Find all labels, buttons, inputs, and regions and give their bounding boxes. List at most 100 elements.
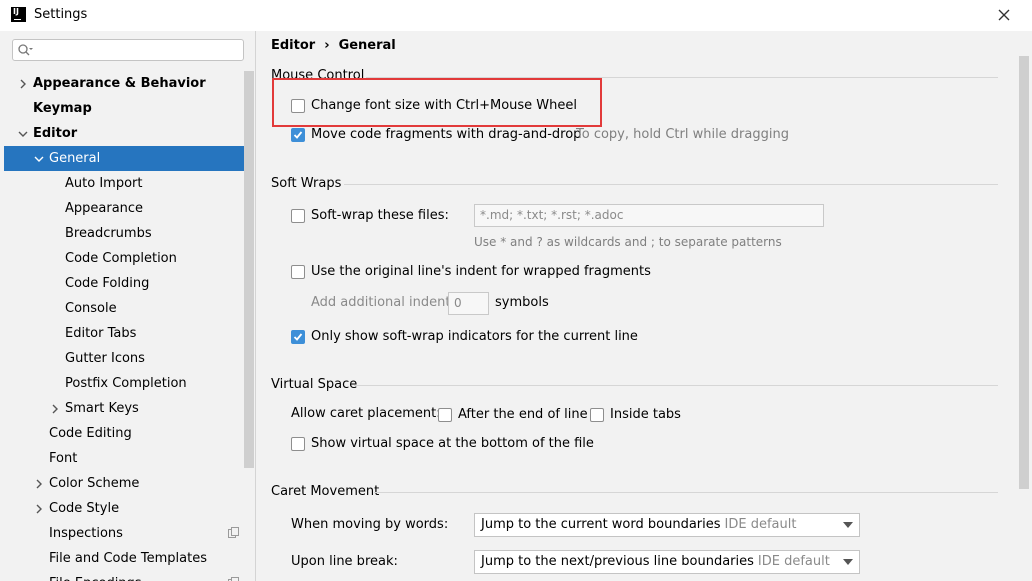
sidebar-item-code-completion[interactable]: Code Completion xyxy=(4,246,244,271)
sidebar-item-label: Inspections xyxy=(49,526,123,541)
inside-tabs-label[interactable]: Inside tabs xyxy=(610,407,681,422)
chevron-down-icon xyxy=(18,131,28,137)
sidebar-item-color-scheme[interactable]: Color Scheme xyxy=(4,471,244,496)
additional-indent-field[interactable]: 0 xyxy=(448,292,489,315)
sidebar-item-general[interactable]: General xyxy=(4,146,244,171)
section-title-caret-movement: Caret Movement xyxy=(271,484,380,499)
show-virtual-space-label[interactable]: Show virtual space at the bottom of the … xyxy=(311,436,594,451)
highlight-annotation-box xyxy=(272,78,602,127)
sidebar-item-label: Code Style xyxy=(49,501,120,516)
sidebar-item-breadcrumbs[interactable]: Breadcrumbs xyxy=(4,221,244,246)
only-current-line-checkbox[interactable] xyxy=(291,330,305,344)
sidebar-item-label: Appearance & Behavior xyxy=(33,76,206,91)
breadcrumb-general: General xyxy=(338,38,396,53)
dropdown-arrow-icon xyxy=(843,522,853,528)
moving-by-words-select[interactable]: Jump to the current word boundaries IDE d… xyxy=(474,513,860,537)
show-virtual-space-checkbox[interactable] xyxy=(291,437,305,451)
sidebar-item-label: Code Folding xyxy=(65,276,150,291)
section-divider xyxy=(354,385,998,386)
section-divider xyxy=(344,184,998,185)
line-break-label: Upon line break: xyxy=(291,554,398,569)
sidebar-item-gutter-icons[interactable]: Gutter Icons xyxy=(4,346,244,371)
close-button[interactable] xyxy=(994,5,1014,25)
sidebar-item-label: Editor xyxy=(33,126,78,141)
inside-tabs-checkbox[interactable] xyxy=(590,408,604,422)
sidebar-item-appearance-behavior[interactable]: Appearance & Behavior xyxy=(4,71,244,96)
sidebar-item-auto-import[interactable]: Auto Import xyxy=(4,171,244,196)
dropdown-arrow-icon xyxy=(843,559,853,565)
move-fragments-hint: To copy, hold Ctrl while dragging xyxy=(576,127,789,142)
section-title-soft-wraps: Soft Wraps xyxy=(271,176,342,191)
section-divider xyxy=(374,492,998,493)
sidebar-item-label: Color Scheme xyxy=(49,476,140,491)
sidebar-item-keymap[interactable]: Keymap xyxy=(4,96,244,121)
settings-sidebar: Appearance & Behavior Keymap Editor Gene… xyxy=(0,31,256,581)
sidebar-item-label: File Encodings xyxy=(49,571,142,581)
move-fragments-checkbox[interactable] xyxy=(291,128,305,142)
sidebar-item-font[interactable]: Font xyxy=(4,446,244,471)
checkmark-icon xyxy=(293,131,303,139)
sidebar-item-label: File and Code Templates xyxy=(49,551,207,566)
sidebar-item-label: Editor Tabs xyxy=(65,326,137,341)
sidebar-item-code-editing[interactable]: Code Editing xyxy=(4,421,244,446)
sidebar-item-label: Console xyxy=(65,301,117,316)
settings-search-input[interactable] xyxy=(12,39,244,61)
soft-wrap-patterns-hint: Use * and ? as wildcards and ; to separa… xyxy=(474,235,782,249)
additional-indent-label: Add additional indent: xyxy=(311,295,455,310)
breadcrumb-separator: › xyxy=(324,38,330,53)
only-current-line-label[interactable]: Only show soft-wrap indicators for the c… xyxy=(311,329,638,344)
breadcrumb-editor[interactable]: Editor xyxy=(271,38,315,53)
project-settings-icon xyxy=(228,527,239,538)
sidebar-item-label: Gutter Icons xyxy=(65,351,145,366)
soft-wrap-files-checkbox[interactable] xyxy=(291,209,305,223)
line-break-default: IDE default xyxy=(757,554,830,569)
section-title-virtual-space: Virtual Space xyxy=(271,377,358,392)
move-fragments-label[interactable]: Move code fragments with drag-and-drop xyxy=(311,127,581,142)
search-icon xyxy=(18,44,33,56)
sidebar-item-label: Breadcrumbs xyxy=(65,226,152,241)
sidebar-scrollbar[interactable] xyxy=(244,71,254,468)
additional-indent-unit: symbols xyxy=(495,295,549,310)
line-break-value: Jump to the next/previous line boundarie… xyxy=(481,554,754,569)
original-indent-checkbox[interactable] xyxy=(291,265,305,279)
chevron-right-icon xyxy=(36,479,42,489)
close-icon xyxy=(998,9,1010,21)
chevron-right-icon xyxy=(36,504,42,514)
chevron-right-icon xyxy=(52,404,58,414)
main-scrollbar[interactable] xyxy=(1019,56,1029,489)
sidebar-item-editor[interactable]: Editor xyxy=(4,121,244,146)
sidebar-item-label: Font xyxy=(49,451,78,466)
moving-by-words-default: IDE default xyxy=(724,517,797,532)
soft-wrap-patterns-field[interactable]: *.md; *.txt; *.rst; *.adoc xyxy=(474,204,824,227)
sidebar-item-file-code-templates[interactable]: File and Code Templates xyxy=(4,546,244,571)
sidebar-item-console[interactable]: Console xyxy=(4,296,244,321)
sidebar-item-postfix-completion[interactable]: Postfix Completion xyxy=(4,371,244,396)
sidebar-item-code-folding[interactable]: Code Folding xyxy=(4,271,244,296)
intellij-app-icon: IJ xyxy=(11,7,26,22)
sidebar-item-file-encodings[interactable]: File Encodings xyxy=(4,571,244,581)
settings-tree: Appearance & Behavior Keymap Editor Gene… xyxy=(4,71,244,581)
moving-by-words-label: When moving by words: xyxy=(291,517,449,532)
title-bar: IJ Settings xyxy=(0,0,1032,31)
sidebar-item-label: General xyxy=(49,151,101,166)
moving-by-words-value: Jump to the current word boundaries xyxy=(481,517,721,532)
chevron-right-icon xyxy=(20,79,26,89)
sidebar-item-label: Code Editing xyxy=(49,426,132,441)
original-indent-label[interactable]: Use the original line's indent for wrapp… xyxy=(311,264,651,279)
sidebar-item-inspections[interactable]: Inspections xyxy=(4,521,244,546)
sidebar-item-smart-keys[interactable]: Smart Keys xyxy=(4,396,244,421)
line-break-select[interactable]: Jump to the next/previous line boundarie… xyxy=(474,550,860,574)
sidebar-item-label: Postfix Completion xyxy=(65,376,187,391)
breadcrumb: Editor › General xyxy=(271,38,396,53)
sidebar-item-label: Code Completion xyxy=(65,251,177,266)
sidebar-item-label: Auto Import xyxy=(65,176,143,191)
sidebar-item-label: Appearance xyxy=(65,201,144,216)
caret-placement-label: Allow caret placement: xyxy=(291,406,441,421)
after-end-of-line-checkbox[interactable] xyxy=(438,408,452,422)
sidebar-item-editor-tabs[interactable]: Editor Tabs xyxy=(4,321,244,346)
soft-wrap-files-label[interactable]: Soft-wrap these files: xyxy=(311,208,449,223)
project-settings-icon xyxy=(228,577,239,581)
sidebar-item-appearance[interactable]: Appearance xyxy=(4,196,244,221)
sidebar-item-code-style[interactable]: Code Style xyxy=(4,496,244,521)
after-end-of-line-label[interactable]: After the end of line xyxy=(458,407,588,422)
